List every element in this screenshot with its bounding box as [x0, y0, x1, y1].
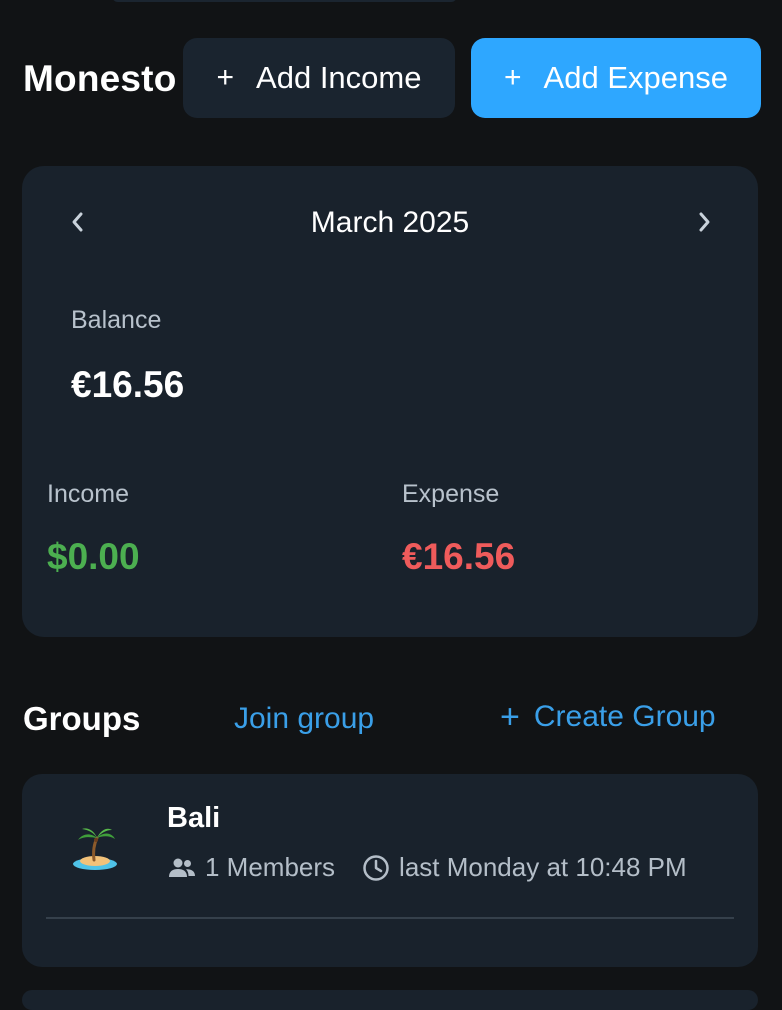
month-label: March 2025: [310, 206, 470, 239]
app-header: Monesto + Add Income + Add Expense: [0, 38, 782, 118]
income-label: Income: [47, 480, 129, 508]
members-icon: [169, 858, 195, 877]
add-expense-button[interactable]: + Add Expense: [471, 38, 761, 118]
income-value: $0.00: [47, 536, 140, 577]
desert-island-icon: [73, 828, 117, 870]
group-meta: 1 Members last Monday at 10:48 PM: [167, 852, 687, 883]
create-group-button[interactable]: + Create Group: [500, 700, 716, 734]
add-expense-label: Add Expense: [543, 60, 728, 95]
plus-icon: +: [500, 698, 520, 736]
app-title: Monesto: [23, 58, 177, 99]
balance-value: €16.56: [71, 364, 185, 405]
group-name: Bali: [167, 802, 221, 834]
expense-label: Expense: [402, 480, 500, 508]
chevron-right-icon[interactable]: [690, 208, 718, 236]
plus-icon: +: [216, 61, 235, 94]
previous-card-edge: [112, 0, 457, 2]
plus-icon: +: [504, 61, 522, 94]
last-activity: last Monday at 10:48 PM: [399, 852, 687, 882]
add-income-label: Add Income: [256, 60, 422, 95]
add-income-button[interactable]: + Add Income: [183, 38, 455, 118]
groups-header: Groups Join group + Create Group: [0, 690, 782, 750]
expense-value: €16.56: [402, 536, 516, 577]
create-group-label: Create Group: [533, 700, 716, 733]
clock-icon: [363, 854, 389, 881]
join-group-link[interactable]: Join group: [234, 702, 374, 736]
balance-label: Balance: [71, 306, 162, 334]
next-card-edge: [22, 990, 758, 1010]
monthly-summary-card: March 2025 Balance €16.56 Income $0.00 E…: [22, 166, 758, 637]
groups-title: Groups: [23, 700, 141, 737]
group-card-bali[interactable]: Bali 1 Members last Monday at 10:48 PM: [22, 774, 758, 967]
divider: [46, 917, 734, 919]
members-count: 1 Members: [205, 852, 336, 882]
month-navigator: March 2025: [22, 166, 758, 286]
